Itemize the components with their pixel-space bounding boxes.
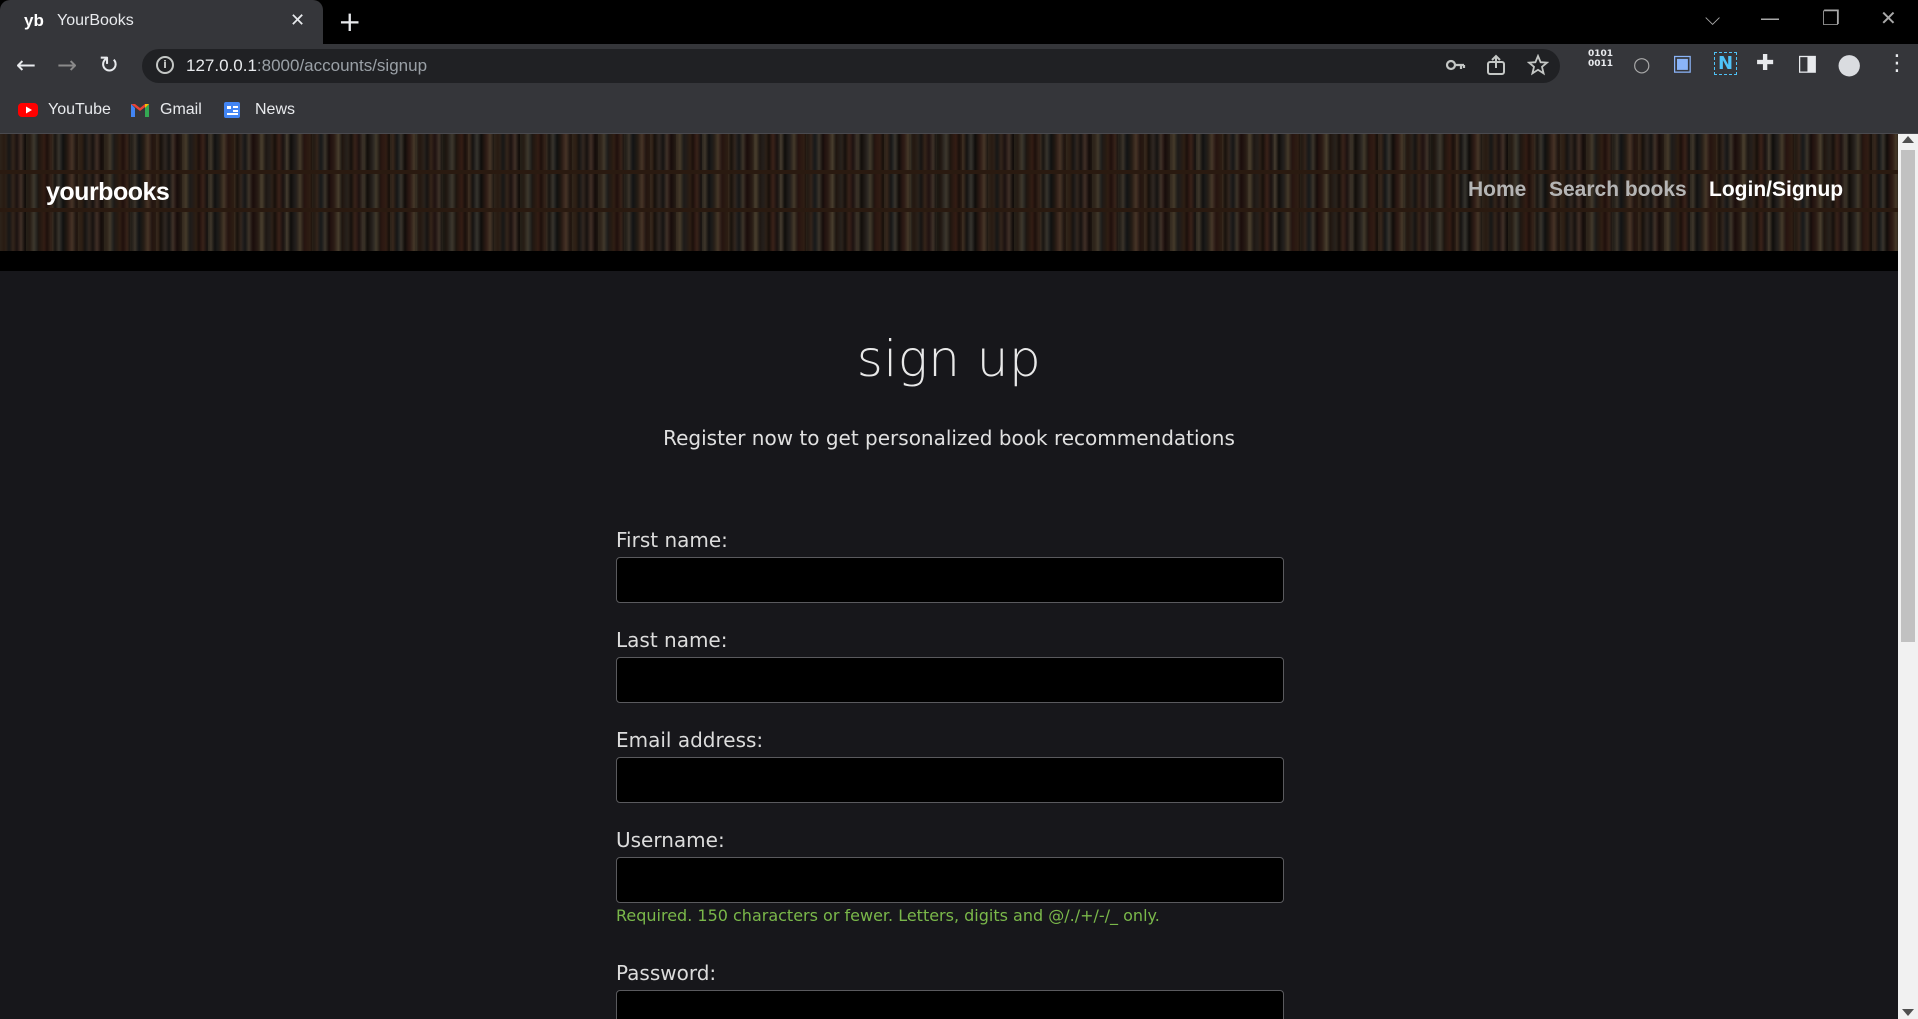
- puzzle-extensions-icon[interactable]: ✚: [1756, 51, 1774, 76]
- site-logo[interactable]: yourbooks: [46, 178, 170, 207]
- page-scrollbar[interactable]: [1898, 134, 1918, 1019]
- username-help-text: Required. 150 characters or fewer. Lette…: [616, 906, 1160, 925]
- web-page: yourbooks Home Search books Login/Signup…: [0, 134, 1898, 1019]
- hero-bottom-band: [0, 251, 1898, 271]
- forward-icon[interactable]: →: [57, 51, 77, 79]
- new-tab-button[interactable]: +: [338, 5, 361, 38]
- tab-close-icon[interactable]: ✕: [290, 10, 305, 31]
- tab-title: YourBooks: [57, 12, 134, 29]
- circle-extension-icon[interactable]: ○: [1633, 52, 1650, 76]
- username-label: Username:: [616, 828, 725, 852]
- scroll-down-arrow-icon[interactable]: [1902, 1009, 1914, 1016]
- notion-extension-icon[interactable]: N: [1714, 52, 1738, 75]
- back-icon[interactable]: ←: [16, 51, 36, 79]
- menu-kebab-icon[interactable]: ⋮: [1886, 51, 1908, 76]
- share-icon[interactable]: [1485, 54, 1507, 76]
- last-name-input[interactable]: [616, 657, 1284, 703]
- key-icon[interactable]: [1444, 54, 1466, 76]
- password-input[interactable]: [616, 990, 1284, 1019]
- site-info-icon[interactable]: i: [156, 56, 174, 74]
- page-title: sign up: [856, 330, 1042, 388]
- screenshot-extension-icon[interactable]: ▣: [1672, 51, 1693, 76]
- email-input[interactable]: [616, 757, 1284, 803]
- first-name-label: First name:: [616, 528, 728, 552]
- last-name-label: Last name:: [616, 628, 728, 652]
- browser-toolbar: ← → ↻ i 127.0.0.1:8000/accounts/signup 0…: [0, 44, 1918, 88]
- nav-home[interactable]: Home: [1468, 178, 1526, 202]
- restore-icon[interactable]: ❐: [1822, 6, 1840, 30]
- minimize-icon[interactable]: —: [1760, 6, 1780, 30]
- reload-icon[interactable]: ↻: [99, 51, 119, 79]
- browser-tab[interactable]: yb YourBooks ✕: [0, 0, 323, 44]
- username-input[interactable]: [616, 857, 1284, 903]
- browser-tabstrip: yb YourBooks ✕ + ⌵ — ❐ ✕: [0, 0, 1918, 44]
- nav-search-books[interactable]: Search books: [1549, 178, 1687, 202]
- binary-extension-icon[interactable]: 0101 0011: [1588, 49, 1613, 69]
- scroll-thumb[interactable]: [1901, 150, 1915, 642]
- star-icon[interactable]: [1527, 54, 1549, 76]
- tab-search-icon[interactable]: ⌵: [1705, 6, 1720, 30]
- email-label: Email address:: [616, 728, 764, 752]
- bookmark-youtube[interactable]: YouTube: [48, 99, 111, 121]
- youtube-icon: [18, 103, 38, 117]
- first-name-input[interactable]: [616, 557, 1284, 603]
- bookmarks-bar: YouTube Gmail News: [0, 88, 1918, 134]
- profile-avatar-icon[interactable]: ●: [1837, 47, 1861, 80]
- google-news-icon: [224, 102, 240, 118]
- scroll-up-arrow-icon[interactable]: [1902, 136, 1914, 143]
- window-close-icon[interactable]: ✕: [1880, 6, 1897, 30]
- address-bar[interactable]: i 127.0.0.1:8000/accounts/signup: [142, 49, 1560, 83]
- tab-favicon: yb: [24, 11, 44, 30]
- page-subtitle: Register now to get personalized book re…: [663, 426, 1235, 450]
- side-panel-icon[interactable]: ◨: [1797, 51, 1818, 76]
- bookmark-news[interactable]: News: [255, 99, 295, 121]
- gmail-icon: [131, 104, 149, 117]
- nav-login-signup[interactable]: Login/Signup: [1709, 178, 1843, 202]
- bookmark-gmail[interactable]: Gmail: [160, 99, 202, 121]
- password-label: Password:: [616, 961, 717, 985]
- address-url[interactable]: 127.0.0.1:8000/accounts/signup: [186, 56, 427, 76]
